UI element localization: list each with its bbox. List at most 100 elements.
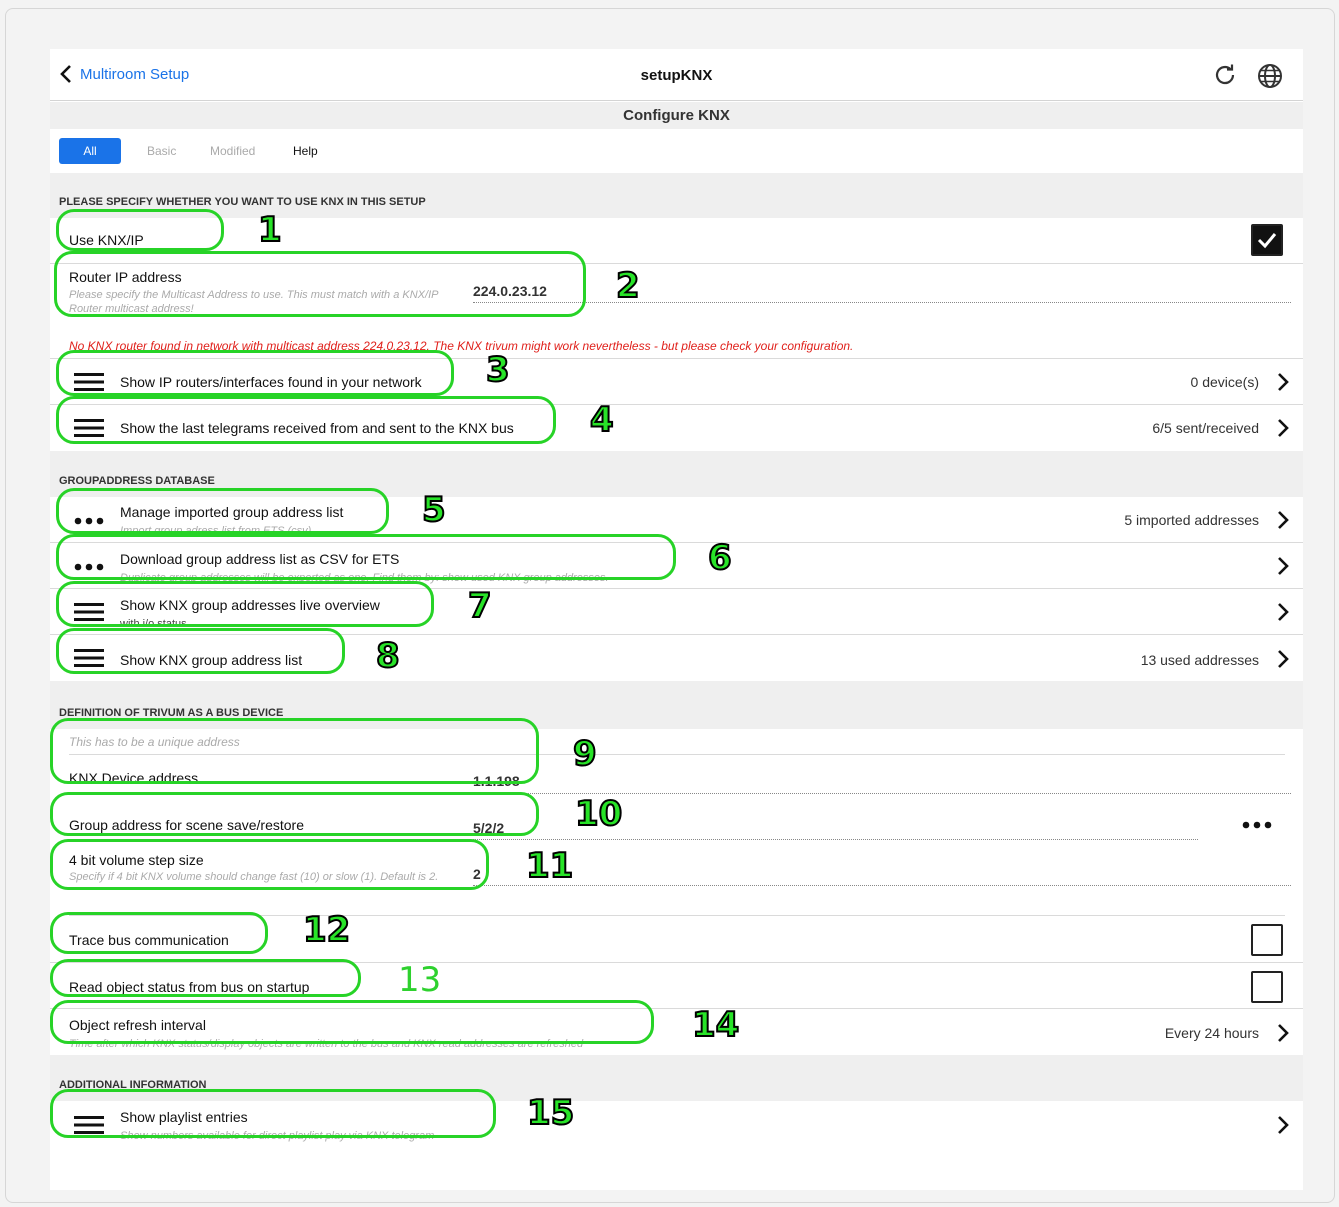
device-address-input[interactable]: 1.1.198	[473, 773, 520, 789]
read-status-checkbox[interactable]	[1251, 971, 1283, 1003]
tab-basic[interactable]: Basic	[135, 138, 188, 164]
section-header-groupaddress: GROUPADDRESS DATABASE	[50, 451, 1303, 497]
volume-step-label: 4 bit volume step size	[69, 852, 204, 868]
chevron-right-icon	[1278, 557, 1289, 575]
playlist-row[interactable]: Show playlist entries Show numbers avail…	[50, 1101, 1303, 1149]
volume-step-hint: Specify if 4 bit KNX volume should chang…	[69, 871, 439, 883]
router-ip-input[interactable]: 224.0.23.12	[473, 283, 547, 299]
globe-icon[interactable]	[1257, 63, 1283, 94]
callout-number: 13	[398, 960, 442, 1000]
playlist-label: Show playlist entries	[120, 1109, 248, 1125]
chevron-right-icon	[1278, 419, 1289, 437]
section-header-bus-device: DEFINITION OF TRIVUM AS A BUS DEVICE	[50, 681, 1303, 729]
divider	[69, 754, 1285, 755]
ga-list-label: Show KNX group address list	[120, 652, 303, 668]
menu-icon	[74, 649, 104, 667]
router-ip-label: Router IP address	[69, 269, 182, 285]
playlist-hint: Show numbers available for direct playli…	[120, 1130, 435, 1142]
window-frame: Multiroom Setup setupKNX Configure KNX A…	[5, 8, 1335, 1203]
callout-number: 3	[485, 350, 511, 390]
callout-number: 1	[257, 210, 283, 250]
chevron-right-icon	[1278, 650, 1289, 668]
section-header-additional: ADDITIONAL INFORMATION	[50, 1055, 1303, 1101]
ip-routers-label: Show IP routers/interfaces found in your…	[120, 374, 422, 390]
navbar: Multiroom Setup setupKNX	[50, 49, 1303, 101]
chevron-right-icon	[1278, 1116, 1289, 1134]
refresh-interval-row[interactable]: Object refresh interval Time after which…	[50, 1009, 1303, 1055]
settings-panel: Multiroom Setup setupKNX Configure KNX A…	[50, 49, 1303, 1190]
callout-number: 14	[691, 1005, 740, 1045]
more-dots-icon	[74, 517, 104, 525]
menu-icon	[74, 603, 104, 621]
scene-address-input[interactable]: 5/2/2	[473, 820, 504, 836]
callout-number: 7	[467, 586, 493, 626]
divider	[69, 915, 1285, 916]
telegrams-row[interactable]: Show the last telegrams received from an…	[50, 405, 1303, 451]
callout-number: 9	[572, 734, 598, 774]
read-status-label: Read object status from bus on startup	[69, 979, 310, 995]
tab-help[interactable]: Help	[281, 138, 330, 164]
use-knx-label: Use KNX/IP	[69, 232, 144, 248]
tab-all[interactable]: All	[59, 138, 121, 164]
volume-step-row: 4 bit volume step size Specify if 4 bit …	[50, 852, 1303, 917]
refresh-icon[interactable]	[1213, 63, 1237, 92]
use-knx-checkbox[interactable]	[1251, 224, 1283, 256]
used-count: 13 used addresses	[1140, 652, 1259, 668]
device-address-label: KNX Device address	[69, 770, 199, 786]
callout-number: 6	[707, 538, 733, 578]
router-ip-underline	[473, 302, 1291, 303]
filter-tabs: All Basic Modified Help	[50, 129, 1303, 173]
tab-modified[interactable]: Modified	[198, 138, 267, 164]
chevron-right-icon	[1278, 511, 1289, 529]
error-row: No KNX router found in network with mult…	[50, 334, 1303, 359]
read-status-row[interactable]: Read object status from bus on startup	[50, 963, 1303, 1009]
ip-routers-row[interactable]: Show IP routers/interfaces found in your…	[50, 359, 1303, 405]
router-ip-hint: Please specify the Multicast Address to …	[69, 289, 439, 315]
callout-number: 12	[302, 910, 351, 950]
ip-routers-count: 0 device(s)	[1190, 374, 1259, 390]
imported-count: 5 imported addresses	[1124, 512, 1259, 528]
callout-number: 15	[526, 1093, 575, 1133]
error-message: No KNX router found in network with mult…	[69, 339, 854, 353]
checkmark-icon	[1257, 233, 1277, 249]
callout-number: 11	[525, 846, 574, 886]
more-dots-icon[interactable]	[1242, 821, 1272, 829]
live-overview-row[interactable]: Show KNX group addresses live overview w…	[50, 589, 1303, 635]
manage-list-hint: Import group adress list from ETS (csv)	[120, 525, 312, 537]
more-dots-icon	[74, 563, 104, 571]
manage-list-row[interactable]: Manage imported group address list Impor…	[50, 497, 1303, 543]
telegrams-label: Show the last telegrams received from an…	[120, 420, 514, 436]
section-header-knx-usage: PLEASE SPECIFY WHETHER YOU WANT TO USE K…	[50, 173, 1303, 218]
refresh-interval-hint: Time after which KNX status/display obje…	[69, 1038, 584, 1050]
use-knx-row[interactable]: Use KNX/IP	[50, 218, 1303, 264]
refresh-interval-value: Every 24 hours	[1164, 1025, 1259, 1041]
callout-number: 4	[589, 400, 615, 440]
callout-number: 10	[574, 794, 623, 834]
callout-number: 2	[615, 266, 641, 306]
scene-address-label: Group address for scene save/restore	[69, 817, 305, 833]
callout-number: 5	[421, 490, 447, 530]
menu-icon	[74, 1116, 104, 1134]
ga-list-row[interactable]: Show KNX group address list 13 used addr…	[50, 635, 1303, 681]
device-address-hint: This has to be a unique address	[69, 735, 240, 749]
telegrams-count: 6/5 sent/received	[1152, 420, 1259, 436]
menu-icon	[74, 373, 104, 391]
menu-icon	[74, 419, 104, 437]
device-address-row: This has to be a unique address KNX Devi…	[50, 729, 1303, 852]
router-ip-row: Router IP address Please specify the Mul…	[50, 264, 1303, 334]
manage-list-label: Manage imported group address list	[120, 504, 344, 520]
volume-step-input[interactable]: 2	[473, 866, 481, 882]
volume-step-underline	[473, 885, 1291, 886]
chevron-right-icon	[1278, 1024, 1289, 1042]
chevron-right-icon	[1278, 373, 1289, 391]
trace-bus-label: Trace bus communication	[69, 932, 229, 948]
download-list-row[interactable]: Download group address list as CSV for E…	[50, 543, 1303, 589]
chevron-right-icon	[1278, 603, 1289, 621]
live-overview-label: Show KNX group addresses live overview	[120, 597, 380, 613]
subtitle-bar: Configure KNX	[50, 102, 1303, 129]
download-list-hint: Duplicate group addresses will be export…	[120, 572, 609, 584]
download-list-label: Download group address list as CSV for E…	[120, 551, 400, 567]
trace-bus-checkbox[interactable]	[1251, 924, 1283, 956]
live-overview-hint: with i/o status	[120, 618, 187, 630]
trace-bus-row[interactable]: Trace bus communication	[50, 917, 1303, 963]
